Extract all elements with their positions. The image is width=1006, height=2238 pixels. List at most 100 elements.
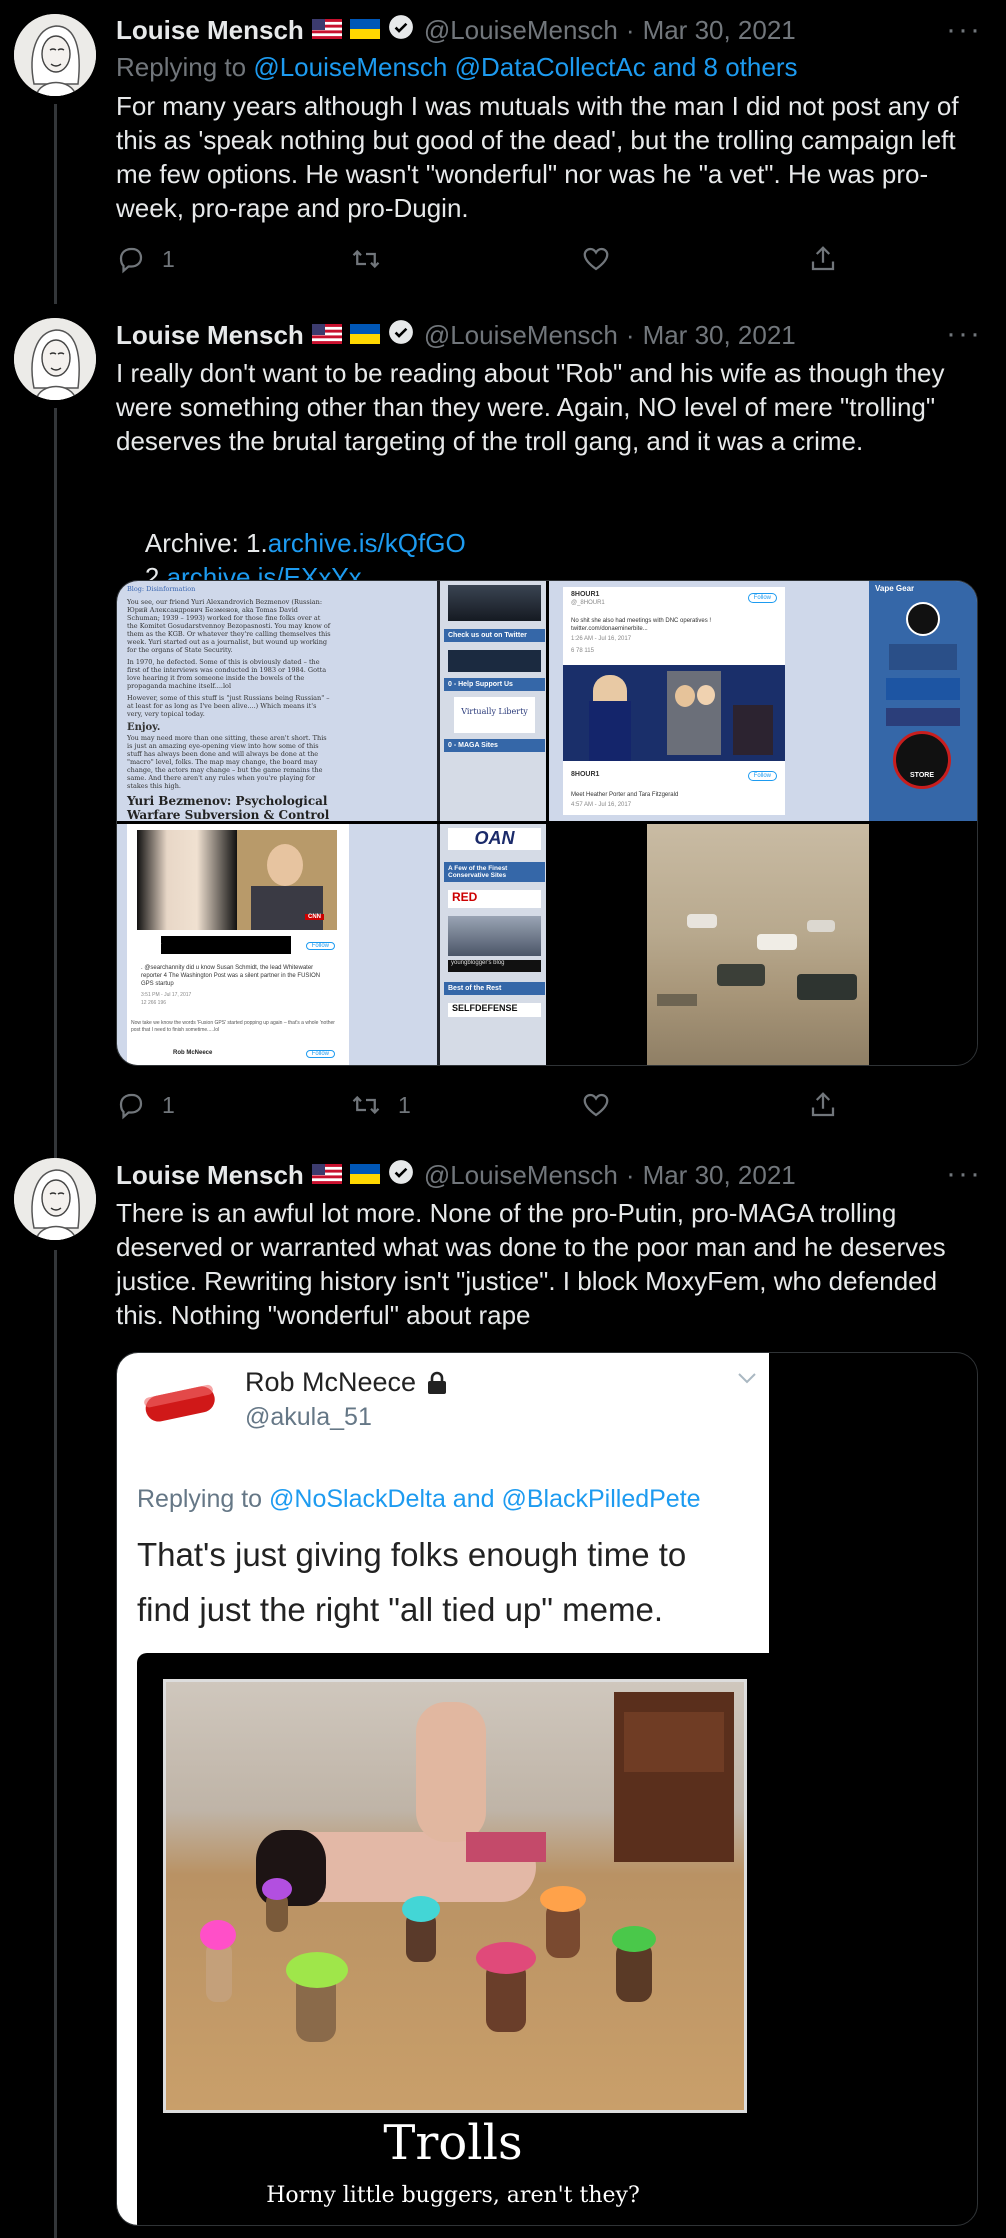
poster-title: Trolls <box>383 2115 523 2171</box>
sidebar-heading: 0 - MAGA Sites <box>444 739 545 752</box>
photo-woman <box>137 830 237 930</box>
ukraine-flag-icon <box>349 1160 380 1191</box>
tweet-header: Louise Mensch @LouiseMensch · Mar 30, 20… <box>116 13 796 47</box>
media-image-embedded-tweet[interactable]: Rob McNeece @akula_51 Replying to @NoSla… <box>116 1352 978 2226</box>
media-image-cnn-screenshot[interactable]: CNN 8HOUR1 Follow . @searchannity did u … <box>117 824 546 1065</box>
embed-replying-prefix: Replying to <box>137 1485 270 1513</box>
verified-badge-icon <box>388 14 414 47</box>
retweet-button[interactable]: 1 <box>350 1090 411 1120</box>
heart-icon <box>583 247 609 271</box>
sidebar-heading: Check us out on Twitter <box>444 629 545 642</box>
embedded-handle: @_8HOUR1 <box>571 600 605 606</box>
like-button[interactable] <box>581 244 627 274</box>
tweet[interactable]: Louise Mensch @LouiseMensch · Mar 30, 20… <box>0 1150 1006 2238</box>
sidebar-logo <box>886 708 960 726</box>
replying-prefix: Replying to <box>116 52 254 82</box>
embedded-account: 8HOUR1 <box>571 771 600 778</box>
embedded-time: 3:51 PM - Jul 17, 2017 <box>141 992 192 998</box>
reply-count: 1 <box>162 1091 175 1118</box>
sidebar-heading: Best of the Rest <box>444 982 545 995</box>
share-icon <box>811 1092 835 1117</box>
user-handle[interactable]: @LouiseMensch <box>424 320 618 351</box>
embedded-tweet-link: twitter.com/donaeminerbite... <box>571 626 648 632</box>
embedded-time: 1:26 AM - Jul 16, 2017 <box>571 636 632 642</box>
display-name[interactable]: Louise Mensch <box>116 1160 304 1191</box>
tweet-date[interactable]: Mar 30, 2021 <box>643 1160 796 1191</box>
avatar[interactable] <box>14 1158 96 1240</box>
tweet-header: Louise Mensch @LouiseMensch · Mar 30, 20… <box>116 1158 796 1192</box>
display-name[interactable]: Louise Mensch <box>116 15 304 46</box>
sidebar-heading: Vape Gear <box>875 584 915 593</box>
more-options-icon[interactable]: ··· <box>946 1159 982 1189</box>
media-image-blog[interactable]: Blog: Disinformation You see, our friend… <box>117 581 546 821</box>
pill-avatar-icon <box>139 1383 221 1423</box>
follow-button: Follow <box>305 942 335 950</box>
sidebar-logo <box>889 644 957 670</box>
embedded-account: 8HOUR1 <box>571 591 600 598</box>
sidebar-logo: Virtually Liberty <box>454 697 535 733</box>
avatar[interactable] <box>14 318 96 400</box>
retweet-icon <box>352 249 380 269</box>
poster-caption: Horny little buggers, aren't they? <box>266 2183 640 2208</box>
sidebar-heading: A Few of the Finest Conservative Sites <box>444 862 545 882</box>
chevron-down-icon <box>737 1371 757 1390</box>
tweet[interactable]: Louise Mensch @LouiseMensch · Mar 30, 20… <box>0 310 1006 1130</box>
tweet-date[interactable]: Mar 30, 2021 <box>643 320 796 351</box>
redaction-bar <box>161 936 291 954</box>
blog-breadcrumb: Blog: Disinformation <box>127 585 196 593</box>
photo-women <box>563 665 785 761</box>
avatar-portrait-icon <box>14 1158 96 1240</box>
tweet[interactable]: Louise Mensch @LouiseMensch · Mar 30, 20… <box>0 0 1006 300</box>
media-image-tweet-screenshot[interactable]: 8HOUR1 @_8HOUR1 Follow No shit she also … <box>549 581 977 821</box>
heart-icon <box>583 1093 609 1117</box>
embedded-time: 4:57 AM - Jul 16, 2017 <box>571 802 632 808</box>
verified-badge-icon <box>388 1159 414 1192</box>
blog-paragraph: However, some of this stuff is "just Rus… <box>127 694 330 718</box>
embedded-caption: Meet Heather Porter and Tara Fitzgerald <box>571 792 679 798</box>
footer-account: Rob McNeece <box>173 1050 213 1056</box>
store-label: STORE <box>910 772 934 779</box>
embedded-stats: 12 266 196 <box>141 1000 167 1006</box>
share-button[interactable] <box>808 1090 854 1120</box>
retweet-button[interactable] <box>350 244 398 274</box>
more-options-icon[interactable]: ··· <box>946 319 982 349</box>
media-grid[interactable]: Blog: Disinformation You see, our friend… <box>116 580 978 1066</box>
sidebar-logo: youngblogger's blog <box>448 960 541 972</box>
more-options-icon[interactable]: ··· <box>946 15 982 45</box>
like-button[interactable] <box>581 1090 627 1120</box>
blog-paragraph: Now take we know the words 'Fusion GPS' … <box>131 1020 335 1033</box>
embed-author-name-text: Rob McNeece <box>245 1367 417 1397</box>
embed-replying-targets: @NoSlackDelta and @BlackPilledPete <box>269 1485 701 1513</box>
sidebar-logo: RED <box>448 890 541 908</box>
separator: · <box>625 319 635 350</box>
sidebar-logo <box>906 602 940 636</box>
share-button[interactable] <box>808 244 854 274</box>
reply-count: 1 <box>162 245 175 272</box>
embed-tweet-text: That's just giving folks enough time to … <box>137 1536 687 1628</box>
us-flag-icon <box>311 1160 342 1191</box>
separator: · <box>625 14 635 45</box>
replying-targets-link[interactable]: @LouiseMensch @DataCollectAc and 8 other… <box>253 52 797 82</box>
user-handle[interactable]: @LouiseMensch <box>424 15 618 46</box>
separator: · <box>625 1159 635 1190</box>
sidebar-logo: SELFDEFENSE <box>448 1003 541 1017</box>
media-image-video-still[interactable] <box>549 824 977 1065</box>
ukraine-flag-icon <box>349 15 380 46</box>
sidebar-logo: OAN <box>448 828 541 850</box>
avatar[interactable] <box>14 14 96 96</box>
share-icon <box>811 246 835 271</box>
display-name[interactable]: Louise Mensch <box>116 320 304 351</box>
reply-button[interactable]: 1 <box>116 1090 175 1120</box>
reply-button[interactable]: 1 <box>116 244 175 274</box>
blog-subheading: Enjoy. <box>127 722 161 733</box>
ukraine-flag-icon <box>349 320 380 351</box>
embedded-tweet-text: No shit she also had meetings with DNC o… <box>571 618 712 624</box>
cnn-logo: CNN <box>305 914 324 920</box>
tweet-date[interactable]: Mar 30, 2021 <box>643 15 796 46</box>
reply-icon <box>119 247 143 274</box>
blog-paragraph: You may need more than one sitting, thes… <box>127 734 327 790</box>
reply-icon <box>119 1093 143 1120</box>
user-handle[interactable]: @LouiseMensch <box>424 1160 618 1191</box>
sidebar-heading: 0 - Help Support Us <box>444 678 545 691</box>
follow-button: Follow <box>747 771 777 781</box>
